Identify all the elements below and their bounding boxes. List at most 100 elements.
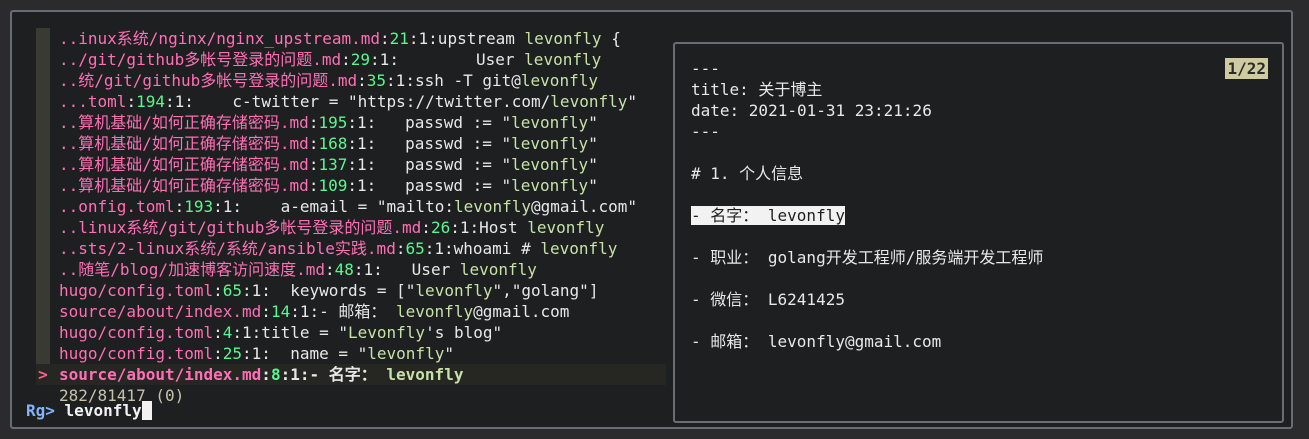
file-path: .. (59, 29, 79, 48)
preview-line: --- (691, 58, 1043, 79)
file-path: .toml (78, 92, 127, 111)
line-text: :1: keywords = [" (242, 281, 416, 300)
line-number: 168 (318, 134, 348, 153)
file-path: hugo/config.toml (59, 281, 214, 300)
result-row[interactable]: source/about/index.md:14:1:- 邮箱： levonfl… (36, 301, 666, 322)
file-path: 算机基础/如何正确存储密码.md (78, 155, 309, 174)
line-text: :1: User (370, 50, 525, 69)
result-row[interactable]: ..算机基础/如何正确存储密码.md:109:1: passwd := "lev… (36, 175, 666, 196)
match-text: levonfly (520, 71, 598, 90)
result-line: hugo/config.toml:4:1:title = "Levonfly's… (59, 322, 502, 343)
file-path: .. (59, 50, 79, 69)
file-path: .. (59, 176, 79, 195)
line-text: :1: passwd := " (347, 134, 512, 153)
file-path: .. (59, 260, 79, 279)
line-text: : (213, 281, 223, 300)
file-path: hugo/config.toml (59, 323, 214, 342)
line-number: 14 (270, 302, 291, 321)
row-gutter (36, 322, 50, 343)
preview-line-highlighted: - 名字： levonfly (691, 205, 1043, 226)
preview-line-text: --- (691, 59, 720, 78)
result-row[interactable]: ..算机基础/如何正确存储密码.md:168:1: passwd := "lev… (36, 133, 666, 154)
preview-pane[interactable]: 1/22 --- title: 关于博主 date: 2021-01-31 23:2… (673, 42, 1284, 423)
search-input[interactable]: levonfly (65, 401, 142, 420)
row-gutter (36, 154, 50, 175)
match-text: levonfly (396, 302, 474, 321)
line-number: 195 (318, 113, 348, 132)
search-prompt[interactable]: Rg> levonfly (26, 400, 152, 421)
result-line: ..随笔/blog/加速博客访问速度.md:48:1: User levonfl… (59, 259, 537, 280)
result-row[interactable]: ..sts/2-linux系统/系统/ansible实践.md:65:1:who… (36, 238, 666, 259)
file-path: source/about/index.md (59, 302, 262, 321)
match-text: levonfly (511, 176, 589, 195)
result-line: ..onfig.toml:193:1: a-email = "mailto:le… (59, 196, 637, 217)
result-row[interactable]: ..统/git/github多帐号登录的问题.md:35:1:ssh -T gi… (36, 70, 666, 91)
row-gutter (36, 49, 50, 70)
result-row[interactable]: ..onfig.toml:193:1: a-email = "mailto:le… (36, 196, 666, 217)
preview-line: date: 2021-01-31 23:21:26 (691, 100, 1043, 121)
row-gutter (36, 301, 50, 322)
line-number: 26 (430, 218, 451, 237)
line-number: 4 (222, 323, 233, 342)
line-text: : (421, 218, 431, 237)
match-text: levonfly (511, 134, 589, 153)
line-text: :1: passwd := " (347, 113, 512, 132)
file-path: .. (59, 155, 79, 174)
match-text: Levonfly (348, 323, 426, 342)
result-line: source/about/index.md:8:1:- 名字： levonfly (59, 364, 463, 385)
preview-line-text: - 微信： L6241425 (691, 290, 845, 309)
line-number: 194 (136, 92, 165, 111)
result-row[interactable]: hugo/config.toml:4:1:title = "Levonfly's… (36, 322, 666, 343)
line-text: :1:whoami # (424, 239, 541, 258)
preview-line: title: 关于博主 (691, 79, 1043, 100)
row-gutter (36, 28, 50, 49)
preview-line-text: # 1. 个人信息 (691, 164, 804, 183)
line-number: 29 (350, 50, 371, 69)
row-gutter (36, 238, 50, 259)
file-path: onfig.toml (78, 197, 175, 216)
result-list[interactable]: ..inux系统/nginx/nginx_upstream.md:21:1:up… (36, 28, 666, 406)
line-text: : (357, 71, 367, 90)
result-row[interactable]: ..inux系统/nginx/nginx_upstream.md:21:1:up… (36, 28, 666, 49)
file-path: 算机基础/如何正确存储密码.md (78, 113, 309, 132)
preview-line (691, 142, 1043, 163)
selection-marker: > (38, 365, 48, 384)
preview-line: - 邮箱： levonfly@gmail.com (691, 331, 1043, 352)
file-path: 算机基础/如何正确存储密码.md (78, 134, 309, 153)
line-text: " (627, 92, 637, 111)
line-text: : (261, 365, 271, 384)
result-row-selected[interactable]: > source/about/index.md:8:1:- 名字： levonfl… (36, 364, 666, 385)
line-text: : (308, 176, 319, 195)
result-row[interactable]: ...toml:194:1: c-twitter = "https://twit… (36, 91, 666, 112)
match-text: levonfly (527, 218, 605, 237)
preview-line-text: - 邮箱： levonfly@gmail.com (691, 332, 942, 351)
result-row[interactable]: ..随笔/blog/加速博客访问速度.md:48:1: User levonfl… (36, 259, 666, 280)
prompt-label: Rg> (26, 401, 55, 420)
file-path: .. (59, 239, 79, 258)
preview-line-text: title: 关于博主 (691, 80, 823, 99)
row-gutter (36, 259, 50, 280)
row-gutter (36, 217, 50, 238)
line-text: :1:Host (450, 218, 528, 237)
preview-line: # 1. 个人信息 (691, 163, 1043, 184)
line-text: :1:ssh -T git@ (386, 71, 521, 90)
result-row[interactable]: ..算机基础/如何正确存储密码.md:195:1: passwd := "lev… (36, 112, 666, 133)
line-text: : (126, 92, 137, 111)
result-row[interactable]: hugo/config.toml:65:1: keywords = ["levo… (36, 280, 666, 301)
line-text: :1: name = " (242, 344, 368, 363)
line-text: ","golang"] (492, 281, 599, 300)
line-text: " (588, 155, 598, 174)
row-gutter (36, 343, 50, 364)
result-row[interactable]: hugo/config.toml:25:1: name = "levonfly" (36, 343, 666, 364)
file-path: .. (59, 71, 79, 90)
row-gutter (36, 112, 50, 133)
result-row[interactable]: ..算机基础/如何正确存储密码.md:137:1: passwd := "lev… (36, 154, 666, 175)
line-number: 48 (334, 260, 354, 279)
file-path: inux系统/nginx/nginx_upstream.md (78, 29, 380, 48)
result-row[interactable]: ../git/github多帐号登录的问题.md:29:1: User levo… (36, 49, 666, 70)
preview-line: - 微信： L6241425 (691, 289, 1043, 310)
line-number: 109 (318, 176, 348, 195)
result-row[interactable]: ..linux系统/git/github多帐号登录的问题.md:26:1:Hos… (36, 217, 666, 238)
file-path: .. (59, 134, 79, 153)
preview-line (691, 226, 1043, 247)
